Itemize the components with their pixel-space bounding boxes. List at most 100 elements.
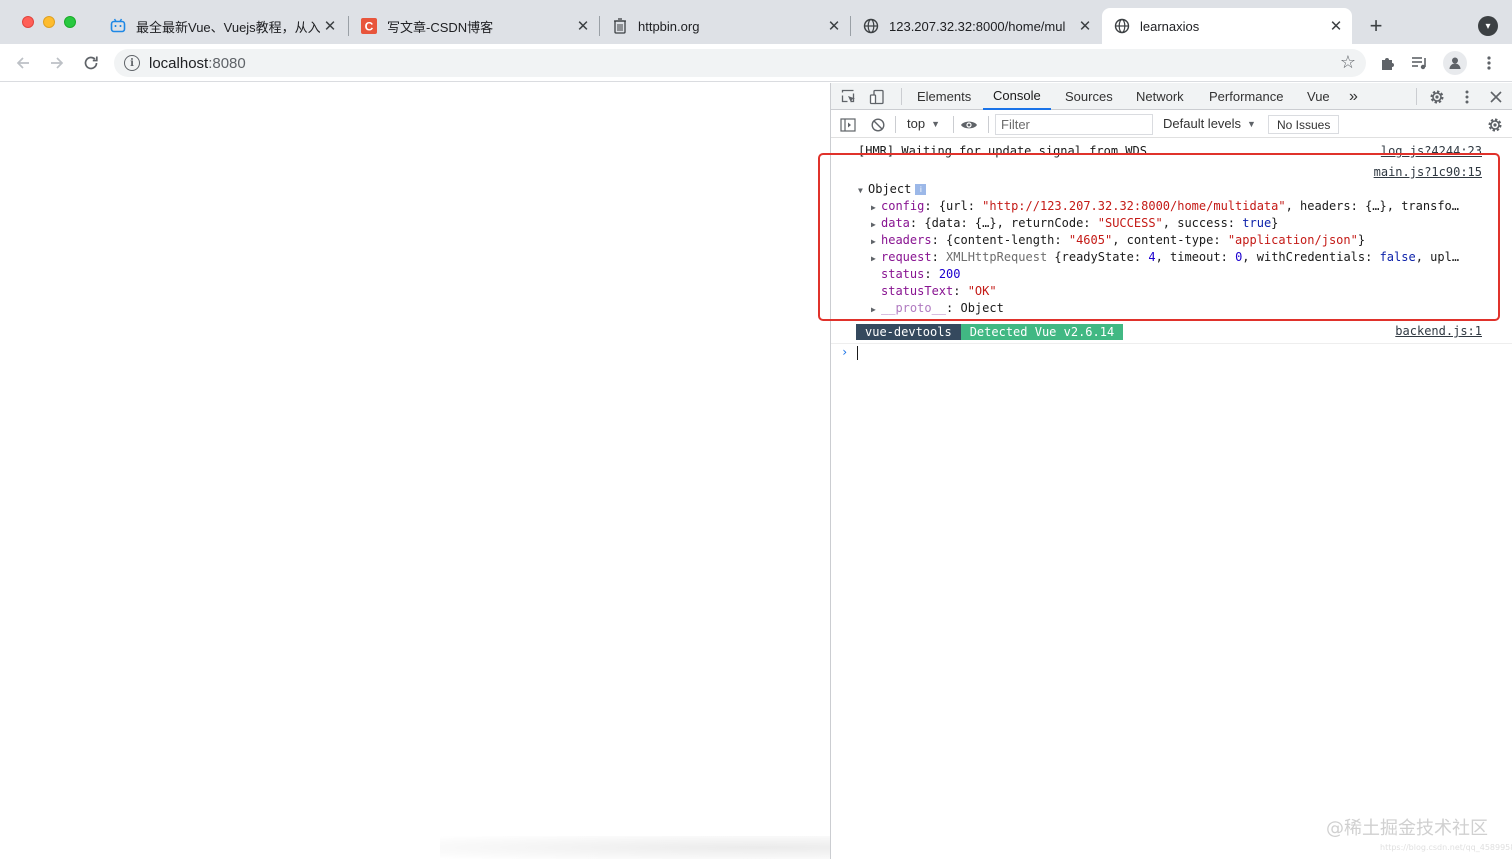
browser-tab-active[interactable]: learnaxios ✕: [1102, 8, 1352, 44]
info-icon[interactable]: i: [915, 184, 927, 195]
watermark-url: https://blog.csdn.net/qq_45899588: [1380, 843, 1512, 852]
page-viewport[interactable]: [0, 83, 830, 859]
sidebar-toggle-icon[interactable]: [838, 115, 858, 135]
settings-gear-icon[interactable]: [1427, 87, 1447, 107]
object-property-config[interactable]: ▶ config: {url: "http://123.207.32.32:800…: [871, 199, 1459, 213]
devtools-panel: Elements Console Sources Network Perform…: [830, 83, 1512, 859]
bookmark-star-icon[interactable]: ☆: [1340, 52, 1356, 73]
vue-detected-banner: vue-devtools Detected Vue v2.6.14: [856, 324, 1124, 340]
more-tabs-button[interactable]: »: [1349, 83, 1358, 110]
minimize-window-button[interactable]: [43, 16, 55, 28]
object-property-data[interactable]: ▶ data: {data: {…}, returnCode: "SUCCESS"…: [871, 216, 1278, 230]
close-devtools-icon[interactable]: [1486, 87, 1506, 107]
bilibili-icon: [110, 18, 126, 34]
collapsed-triangle-icon[interactable]: ▶: [871, 237, 881, 246]
log-levels-dropdown[interactable]: Default levels ▼: [1163, 116, 1256, 131]
source-link[interactable]: backend.js:1: [1395, 324, 1482, 338]
tab-search-icon[interactable]: ▾: [1478, 16, 1498, 36]
clear-console-icon[interactable]: [868, 115, 888, 135]
globe-icon: [863, 18, 879, 34]
browser-toolbar: i localhost:8080 ☆: [0, 44, 1512, 82]
close-tab-icon[interactable]: ✕: [573, 16, 593, 36]
browser-tab[interactable]: 最全最新Vue、Vuejs教程，从入门 ✕: [98, 8, 346, 44]
object-property-proto[interactable]: ▶ __proto__: Object: [871, 301, 1004, 315]
console-filter-input[interactable]: [996, 115, 1152, 134]
browser-tab[interactable]: C 写文章-CSDN博客 ✕: [349, 8, 599, 44]
inspect-element-icon[interactable]: [839, 87, 859, 107]
profile-avatar-icon[interactable]: [1443, 51, 1467, 75]
console-output: [HMR] Waiting for update signal from WDS…: [831, 139, 1512, 859]
console-message-object: main.js?1c90:15 ▼ Object i ▶ config: {url: …: [831, 163, 1512, 323]
toolbar-divider: [901, 88, 902, 105]
log-text: [HMR] Waiting for update signal from WDS…: [858, 144, 1169, 158]
extensions-puzzle-icon[interactable]: [1377, 53, 1397, 73]
dropdown-caret-icon: ▼: [931, 118, 940, 129]
close-tab-icon[interactable]: ✕: [1326, 16, 1346, 36]
tab-title: learnaxios: [1140, 18, 1200, 34]
console-prompt-chevron-icon: ›: [841, 345, 849, 359]
site-info-icon[interactable]: i: [124, 55, 140, 71]
browser-tab[interactable]: httpbin.org ✕: [600, 8, 850, 44]
httpbin-icon: [612, 18, 628, 34]
devtools-menu-icon[interactable]: [1457, 87, 1477, 107]
tab-title: httpbin.org: [638, 18, 700, 34]
close-tab-icon[interactable]: ✕: [1075, 16, 1095, 36]
collapsed-triangle-icon[interactable]: ▶: [871, 305, 881, 314]
svg-text:C: C: [365, 20, 374, 34]
tab-strip: 最全最新Vue、Vuejs教程，从入门 ✕ C 写文章-CSDN博客 ✕ htt…: [0, 0, 1512, 44]
expanded-triangle-icon[interactable]: ▼: [858, 186, 868, 195]
close-tab-icon[interactable]: ✕: [824, 16, 844, 36]
console-toolbar: top▼ Default levels▼ No Issues: [831, 111, 1512, 138]
filter-input-wrapper: [995, 114, 1153, 135]
vue-devtools-badge: vue-devtools: [856, 324, 961, 340]
forward-arrow-icon[interactable]: [45, 51, 69, 75]
toolbar-divider: [895, 116, 896, 133]
toolbar-divider: [953, 116, 954, 133]
console-message-vue: vue-devtools Detected Vue v2.6.14 backend…: [831, 322, 1512, 344]
address-bar[interactable]: i localhost:8080 ☆: [114, 49, 1366, 77]
object-property-request[interactable]: ▶ request: XMLHttpRequest {readyState: 4,…: [871, 250, 1459, 264]
toolbar-divider: [1416, 88, 1417, 105]
kebab-menu-icon[interactable]: [1479, 53, 1499, 73]
source-link[interactable]: main.js?1c90:15: [1374, 165, 1482, 179]
collapsed-triangle-icon[interactable]: ▶: [871, 254, 881, 263]
tab-network[interactable]: Network: [1136, 83, 1184, 110]
dropdown-caret-icon: ▼: [1247, 118, 1256, 129]
tab-performance[interactable]: Performance: [1209, 83, 1283, 110]
tab-title: 123.207.32.32:8000/home/mul: [889, 18, 1066, 34]
close-tab-icon[interactable]: ✕: [320, 16, 340, 36]
object-property-statustext: statusText: "OK": [881, 284, 997, 298]
collapsed-triangle-icon[interactable]: ▶: [871, 203, 881, 212]
console-settings-gear-icon[interactable]: [1485, 115, 1505, 135]
tab-sources[interactable]: Sources: [1065, 83, 1113, 110]
tab-elements[interactable]: Elements: [917, 83, 971, 110]
console-message-hmr: [HMR] Waiting for update signal from WDS…: [831, 143, 1512, 163]
tab-title: 写文章-CSDN博客: [387, 19, 494, 35]
browser-tab[interactable]: 123.207.32.32:8000/home/mul ✕: [851, 8, 1101, 44]
context-selector[interactable]: top ▼: [907, 116, 940, 131]
url-text[interactable]: localhost:8080: [149, 55, 246, 72]
close-window-button[interactable]: [22, 16, 34, 28]
new-tab-button[interactable]: +: [1364, 13, 1388, 38]
tab-console[interactable]: Console: [983, 83, 1051, 110]
watermark-text: @稀土掘金技术社区: [1326, 818, 1488, 839]
live-expression-eye-icon[interactable]: [959, 115, 979, 135]
tab-title: 最全最新Vue、Vuejs教程，从入门: [136, 19, 320, 35]
devtools-tab-bar: Elements Console Sources Network Perform…: [831, 83, 1512, 110]
csdn-icon: C: [361, 18, 377, 34]
tab-vue[interactable]: Vue: [1307, 83, 1330, 110]
globe-icon: [1114, 18, 1130, 34]
object-root-node[interactable]: ▼ Object i: [858, 182, 927, 196]
reload-icon[interactable]: [79, 51, 103, 75]
issues-button[interactable]: No Issues: [1268, 115, 1340, 134]
back-arrow-icon[interactable]: [11, 51, 35, 75]
device-toolbar-icon[interactable]: [867, 87, 887, 107]
console-input-caret[interactable]: [857, 346, 858, 360]
object-property-headers[interactable]: ▶ headers: {content-length: "4605", conte…: [871, 233, 1365, 247]
media-queue-icon[interactable]: [1410, 53, 1430, 73]
maximize-window-button[interactable]: [64, 16, 76, 28]
vue-version-badge: Detected Vue v2.6.14: [960, 324, 1124, 340]
collapsed-triangle-icon[interactable]: ▶: [871, 220, 881, 229]
toolbar-divider: [988, 116, 989, 133]
source-link[interactable]: log.js?4244:23: [1381, 144, 1482, 158]
